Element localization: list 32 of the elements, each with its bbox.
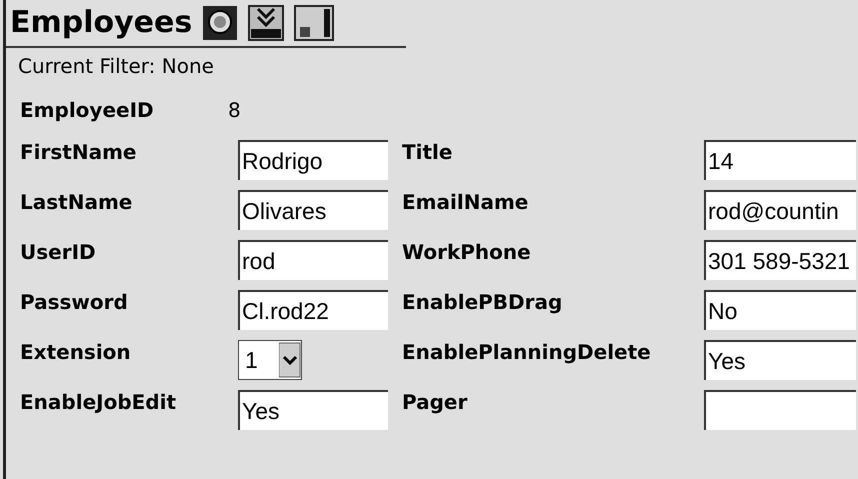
badge-icon[interactable]	[202, 5, 238, 41]
field-label: FirstName	[20, 140, 138, 162]
input-field[interactable]: Olivares	[238, 190, 388, 230]
field-label: UserID	[20, 240, 97, 262]
input-field[interactable]: Cl.rod22	[238, 290, 388, 330]
field-label: Password	[20, 290, 129, 312]
field-label: LastName	[20, 190, 134, 212]
field-label: WorkPhone	[402, 240, 532, 262]
field-label: EnablePlanningDelete	[402, 340, 652, 362]
download-icon[interactable]	[248, 5, 284, 41]
field-label: EnableJobEdit	[20, 390, 178, 412]
field-label: EmployeeID	[20, 100, 155, 120]
page-title: Employees	[10, 8, 192, 38]
input-field[interactable]: No	[704, 290, 856, 330]
input-field[interactable]: rod	[238, 240, 388, 280]
filter-text: Current Filter: None	[17, 56, 215, 76]
input-field[interactable]: rod@countin	[704, 190, 856, 230]
field-label: EnablePBDrag	[402, 290, 564, 312]
field-value: 8	[228, 100, 241, 120]
field-label: EmailName	[402, 190, 530, 212]
input-field[interactable]: 301 589-5321	[704, 240, 856, 280]
chart-icon[interactable]	[294, 5, 334, 41]
field-label: Extension	[20, 340, 132, 362]
field-label: Pager	[402, 390, 468, 412]
input-field[interactable]: Yes	[704, 340, 856, 380]
dropdown[interactable]: 1	[238, 340, 302, 380]
input-field[interactable]: Rodrigo	[238, 140, 388, 180]
input-field[interactable]: Yes	[238, 390, 388, 430]
input-field[interactable]: 14	[704, 140, 856, 180]
chevron-down-icon	[279, 342, 301, 378]
field-label: Title	[402, 140, 454, 162]
input-field[interactable]	[704, 390, 856, 430]
